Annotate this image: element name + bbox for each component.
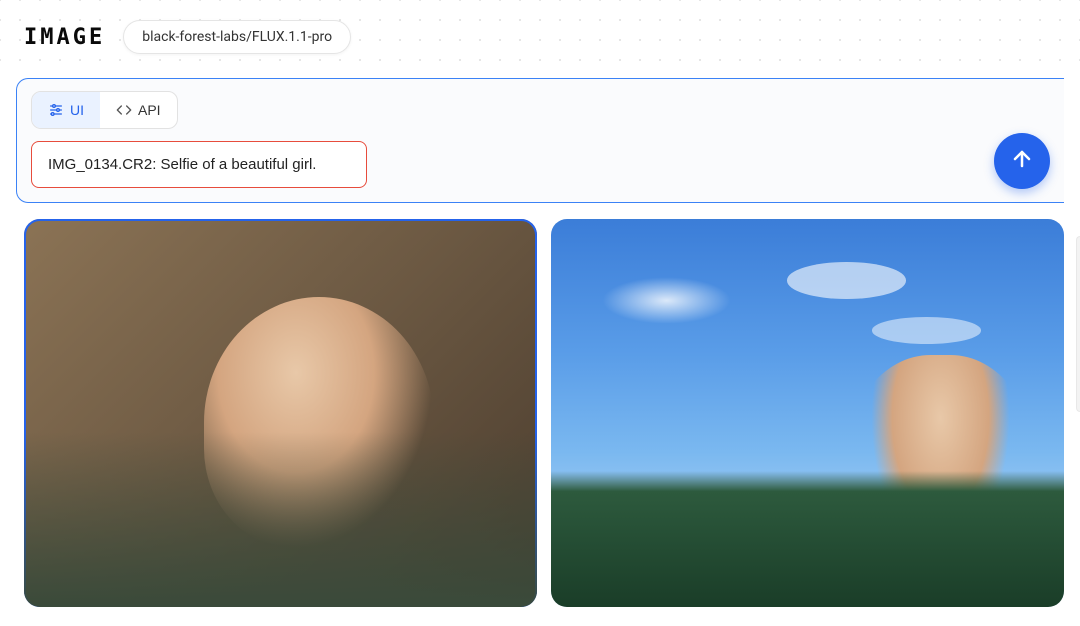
mode-tabs: UI API bbox=[31, 91, 178, 129]
side-panel-peek[interactable] bbox=[1076, 236, 1080, 412]
submit-button[interactable] bbox=[994, 133, 1050, 189]
arrow-up-icon bbox=[1010, 147, 1034, 174]
figure-placeholder bbox=[843, 355, 1038, 607]
tab-ui-label: UI bbox=[70, 102, 84, 118]
prompt-input[interactable] bbox=[31, 141, 367, 188]
sliders-icon bbox=[48, 102, 64, 118]
page-title: IMAGE bbox=[24, 25, 105, 50]
model-selector-chip[interactable]: black-forest-labs/FLUX.1.1-pro bbox=[123, 20, 351, 54]
result-image[interactable] bbox=[24, 219, 537, 607]
prompt-row bbox=[31, 141, 1050, 188]
header: IMAGE black-forest-labs/FLUX.1.1-pro bbox=[0, 0, 1080, 74]
prompt-panel: UI API bbox=[16, 78, 1064, 203]
tab-ui[interactable]: UI bbox=[32, 92, 100, 128]
code-icon bbox=[116, 102, 132, 118]
results-gallery bbox=[24, 219, 1064, 607]
tab-api[interactable]: API bbox=[100, 92, 177, 128]
tab-api-label: API bbox=[138, 102, 161, 118]
result-image[interactable] bbox=[551, 219, 1064, 607]
